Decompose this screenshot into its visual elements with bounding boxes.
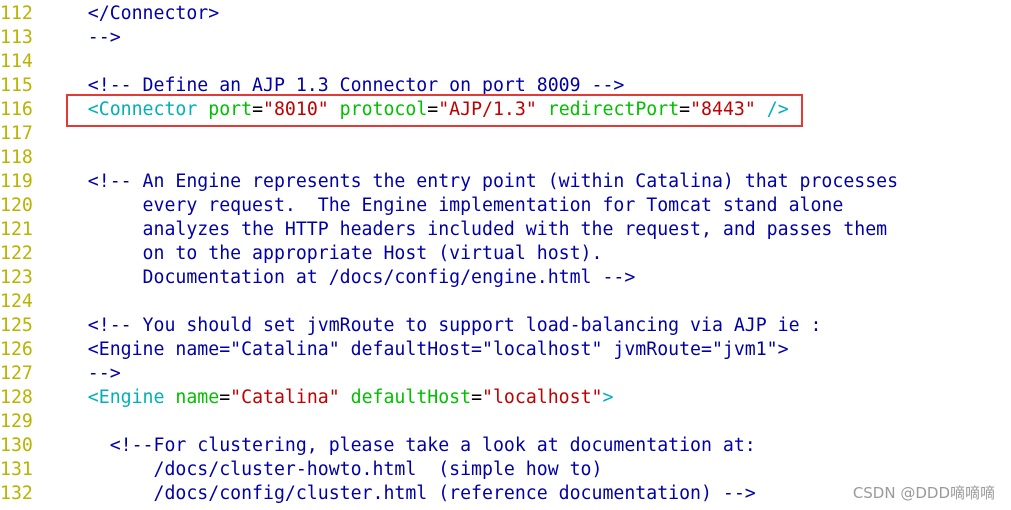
code-line: 119 <!-- An Engine represents the entry … [0,170,1011,194]
comment-text: <!-- An Engine represents the entry poin… [44,171,899,192]
line-number: 131 [0,459,33,480]
line-number: 132 [0,483,33,504]
code-editor[interactable]: 112 </Connector> 113 --> 114 115 <!-- Defin… [0,2,1011,506]
equals-sign: = [471,387,483,408]
code-line: 128 <Engine name="Catalina" defaultHost=… [0,386,1011,410]
comment-text: <Engine name="Catalina" defaultHost="loc… [44,339,789,360]
line-code: Documentation at /docs/config/engine.htm… [44,266,636,290]
line-code: <!-- An Engine represents the entry poin… [44,170,898,194]
line-code: <Engine name="Catalina" defaultHost="loc… [44,386,614,410]
line-number: 119 [0,171,33,192]
line-number: 130 [0,435,33,456]
code-line: 112 </Connector> [0,2,1011,26]
line-code: <Connector port="8010" protocol="AJP/1.3… [44,98,789,122]
comment-text: <!-- You should set jvmRoute to support … [44,315,822,336]
equals-sign: = [679,99,691,120]
code-line: 114 [0,50,1011,74]
code-line: 129 [0,410,1011,434]
code-line: 118 [0,146,1011,170]
line-number: 121 [0,219,33,240]
attribute-value: "localhost" [482,387,603,408]
attribute-name: protocol [328,99,428,120]
equals-sign: = [427,99,439,120]
comment-text: --> [44,27,121,48]
line-number: 115 [0,75,33,96]
attribute-value: "AJP/1.3" [438,99,537,120]
line-number: 127 [0,363,33,384]
code-line: 115 <!-- Define an AJP 1.3 Connector on … [0,74,1011,98]
line-number: 117 [0,123,33,144]
comment-text: </Connector> [44,3,220,24]
xml-tag: > [602,387,614,408]
line-code: </Connector> [44,2,219,26]
code-line: 127 --> [0,362,1011,386]
line-number: 122 [0,243,33,264]
comment-text: analyzes the HTTP headers included with … [44,219,888,240]
attribute-name: redirectPort [536,99,680,120]
code-line: 113 --> [0,26,1011,50]
line-code: <!--For clustering, please take a look a… [44,434,756,458]
comment-text: <!--For clustering, please take a look a… [44,435,756,456]
line-code: <!-- You should set jvmRoute to support … [44,314,822,338]
line-number: 116 [0,99,33,120]
code-line: 130 <!--For clustering, please take a lo… [0,434,1011,458]
line-code: on to the appropriate Host (virtual host… [44,242,603,266]
xml-tag: <Engine [44,387,176,408]
watermark: CSDN @DDD嘀嘀嘀 [852,484,995,502]
equals-sign: = [219,387,231,408]
attribute-name: name [175,387,220,408]
code-line: 122 on to the appropriate Host (virtual … [0,242,1011,266]
attribute-value: "Catalina" [230,387,340,408]
code-line: 124 [0,290,1011,314]
line-number: 112 [0,3,33,24]
attribute-value: "8010" [263,99,329,120]
line-code: /docs/cluster-howto.html (simple how to) [44,458,602,482]
comment-text: /docs/cluster-howto.html (simple how to) [44,459,603,480]
comment-text: Documentation at /docs/config/engine.htm… [44,267,636,288]
line-number: 118 [0,147,33,168]
code-line: 121 analyzes the HTTP headers included w… [0,218,1011,242]
code-line: 120 every request. The Engine implementa… [0,194,1011,218]
code-line: 131 /docs/cluster-howto.html (simple how… [0,458,1011,482]
line-number: 128 [0,387,33,408]
line-number: 123 [0,267,33,288]
comment-text: --> [44,363,121,384]
equals-sign: = [252,99,264,120]
line-code: --> [44,362,121,386]
code-line: 123 Documentation at /docs/config/engine… [0,266,1011,290]
code-line: 126 <Engine name="Catalina" defaultHost=… [0,338,1011,362]
line-code: analyzes the HTTP headers included with … [44,218,888,242]
line-code: <Engine name="Catalina" defaultHost="loc… [44,338,789,362]
attribute-name: port [208,99,253,120]
line-number: 129 [0,411,33,432]
attribute-name: defaultHost [339,387,472,408]
comment-text: <!-- Define an AJP 1.3 Connector on port… [44,75,625,96]
comment-text: on to the appropriate Host (virtual host… [44,243,603,264]
line-number: 126 [0,339,33,360]
code-line: 116 <Connector port="8010" protocol="AJP… [0,98,1011,122]
xml-tag: /> [755,99,789,120]
line-code: <!-- Define an AJP 1.3 Connector on port… [44,74,625,98]
code-line: 125 <!-- You should set jvmRoute to supp… [0,314,1011,338]
code-line: 117 [0,122,1011,146]
line-number: 113 [0,27,33,48]
line-number: 124 [0,291,33,312]
xml-tag: <Connector [44,99,209,120]
line-code: /docs/config/cluster.html (reference doc… [44,482,756,506]
comment-text: /docs/config/cluster.html (reference doc… [44,483,756,504]
line-number: 114 [0,51,33,72]
line-code: --> [44,26,121,50]
comment-text: every request. The Engine implementation… [44,195,844,216]
line-number: 125 [0,315,33,336]
line-number: 120 [0,195,33,216]
line-code: every request. The Engine implementation… [44,194,844,218]
attribute-value: "8443" [690,99,756,120]
